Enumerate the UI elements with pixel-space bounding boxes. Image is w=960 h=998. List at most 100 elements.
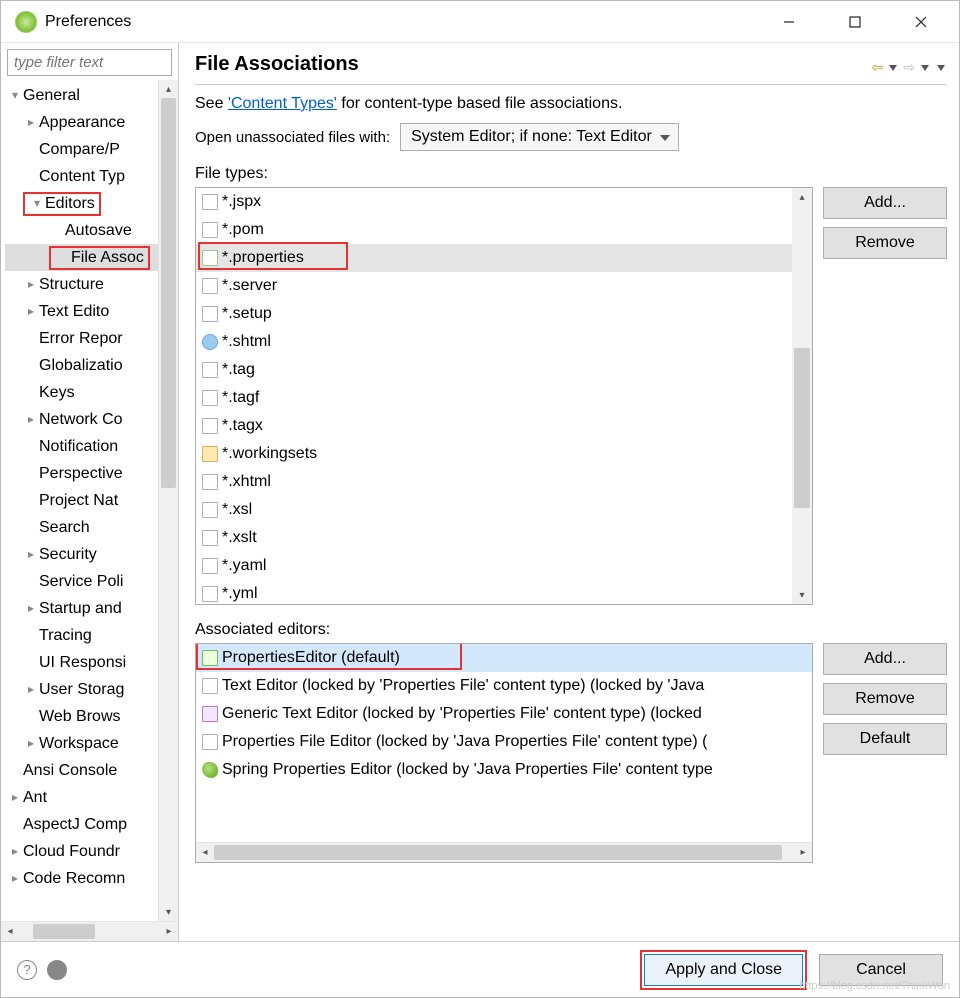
file-type-item[interactable]: *.jspx <box>196 188 792 216</box>
filter-input[interactable] <box>7 49 172 76</box>
editor-default-button[interactable]: Default <box>823 723 947 755</box>
tree-item[interactable]: ▸Workspace <box>5 730 158 757</box>
file-types-scrollbar[interactable]: ▴ ▾ <box>792 188 812 604</box>
tree-item[interactable]: ▸Code Recomn <box>5 865 158 892</box>
expand-right-icon[interactable]: ▸ <box>23 406 39 433</box>
expand-down-icon[interactable]: ▾ <box>29 190 45 217</box>
expand-right-icon[interactable]: ▸ <box>23 730 39 757</box>
tree-item[interactable]: Notification <box>5 433 158 460</box>
file-icon <box>202 334 218 350</box>
tree-item[interactable]: Compare/P <box>5 136 158 163</box>
tree-item[interactable]: Service Poli <box>5 568 158 595</box>
file-type-item[interactable]: *.shtml <box>196 328 792 356</box>
expand-right-icon[interactable]: ▸ <box>23 109 39 136</box>
help-icon[interactable]: ? <box>17 960 37 980</box>
tree-item[interactable]: ▸Cloud Foundr <box>5 838 158 865</box>
filetype-add-button[interactable]: Add... <box>823 187 947 219</box>
expand-right-icon[interactable]: ▸ <box>7 784 23 811</box>
tree-item[interactable]: ▾Editors <box>5 190 158 217</box>
back-menu-icon[interactable] <box>889 65 897 71</box>
tree-item[interactable]: ▸Network Co <box>5 406 158 433</box>
expand-down-icon[interactable]: ▾ <box>7 82 23 109</box>
editor-item[interactable]: Generic Text Editor (locked by 'Properti… <box>196 700 812 728</box>
tree-item-label: Text Edito <box>39 298 109 325</box>
tree-item[interactable]: Keys <box>5 379 158 406</box>
file-type-item[interactable]: *.xhtml <box>196 468 792 496</box>
file-types-list[interactable]: *.jspx*.pom*.properties*.server*.setup*.… <box>195 187 813 605</box>
tree-item[interactable]: Error Repor <box>5 325 158 352</box>
tree-item[interactable]: ▸User Storag <box>5 676 158 703</box>
maximize-button[interactable] <box>835 7 875 37</box>
editor-remove-button[interactable]: Remove <box>823 683 947 715</box>
tree-item-label: File Assoc <box>71 244 144 271</box>
forward-icon[interactable]: ⇨ <box>903 59 915 76</box>
expand-right-icon[interactable]: ▸ <box>23 595 39 622</box>
expand-right-icon[interactable]: ▸ <box>23 676 39 703</box>
tree-item[interactable]: Project Nat <box>5 487 158 514</box>
window-title: Preferences <box>45 13 769 31</box>
forward-menu-icon[interactable] <box>921 65 929 71</box>
tree-item[interactable]: UI Responsi <box>5 649 158 676</box>
tree-item-label: Security <box>39 541 97 568</box>
file-type-item[interactable]: *.pom <box>196 216 792 244</box>
file-type-item[interactable]: *.tag <box>196 356 792 384</box>
tree-item[interactable]: AspectJ Comp <box>5 811 158 838</box>
tree-item[interactable]: ▸Appearance <box>5 109 158 136</box>
expand-right-icon[interactable]: ▸ <box>7 865 23 892</box>
tree-scrollbar[interactable]: ▴ ▾ <box>158 80 178 921</box>
file-type-item[interactable]: *.tagf <box>196 384 792 412</box>
filetype-remove-button[interactable]: Remove <box>823 227 947 259</box>
tree-item[interactable]: Perspective <box>5 460 158 487</box>
tree-item-label: Code Recomn <box>23 865 125 892</box>
minimize-button[interactable] <box>769 7 809 37</box>
tree-item[interactable]: Content Typ <box>5 163 158 190</box>
apply-and-close-button[interactable]: Apply and Close <box>644 954 803 986</box>
tree-item[interactable]: Globalizatio <box>5 352 158 379</box>
expand-right-icon[interactable]: ▸ <box>23 271 39 298</box>
open-with-combo[interactable]: System Editor; if none: Text Editor <box>400 123 679 151</box>
file-type-item[interactable]: *.tagx <box>196 412 792 440</box>
tree-item[interactable]: Search <box>5 514 158 541</box>
back-icon[interactable]: ⇦ <box>872 59 884 76</box>
file-type-item[interactable]: *.setup <box>196 300 792 328</box>
tree-item-label: UI Responsi <box>39 649 126 676</box>
file-type-item[interactable]: *.yaml <box>196 552 792 580</box>
expand-right-icon[interactable]: ▸ <box>23 298 39 325</box>
tree-h-scrollbar[interactable]: ◂ ▸ <box>1 921 178 941</box>
content-types-link[interactable]: 'Content Types' <box>228 95 337 112</box>
editor-item[interactable]: Properties File Editor (locked by 'Java … <box>196 728 812 756</box>
editor-label: Properties File Editor (locked by 'Java … <box>222 733 707 751</box>
tree-item[interactable]: ▸Security <box>5 541 158 568</box>
expand-right-icon[interactable]: ▸ <box>23 541 39 568</box>
file-icon <box>202 418 218 434</box>
editors-h-scrollbar[interactable]: ◂ ▸ <box>196 842 812 862</box>
tree-item[interactable]: Autosave <box>5 217 158 244</box>
tree-item[interactable]: ▸Ant <box>5 784 158 811</box>
associated-editors-list[interactable]: PropertiesEditor (default)Text Editor (l… <box>195 643 813 863</box>
tree-item[interactable]: ▸Startup and <box>5 595 158 622</box>
tree-item[interactable]: Tracing <box>5 622 158 649</box>
editor-item[interactable]: Text Editor (locked by 'Properties File'… <box>196 672 812 700</box>
tree-item[interactable]: Ansi Console <box>5 757 158 784</box>
editor-item[interactable]: Spring Properties Editor (locked by 'Jav… <box>196 756 812 784</box>
view-menu-icon[interactable] <box>937 65 945 71</box>
tree-item[interactable]: ▸Text Edito <box>5 298 158 325</box>
tree-item-label: Editors <box>45 190 95 217</box>
file-type-item[interactable]: *.yml <box>196 580 792 605</box>
file-icon <box>202 306 218 322</box>
tree-item[interactable]: File Assoc <box>5 244 158 271</box>
import-export-icon[interactable] <box>47 960 67 980</box>
tree-item[interactable]: ▸Structure <box>5 271 158 298</box>
editor-add-button[interactable]: Add... <box>823 643 947 675</box>
file-type-item[interactable]: *.xslt <box>196 524 792 552</box>
file-type-item[interactable]: *.workingsets <box>196 440 792 468</box>
tree-item[interactable]: Web Brows <box>5 703 158 730</box>
tree-item[interactable]: ▾General <box>5 82 158 109</box>
file-icon <box>202 278 218 294</box>
file-type-label: *.xslt <box>222 529 257 547</box>
preference-tree[interactable]: ▾General▸AppearanceCompare/PContent Typ▾… <box>1 80 158 921</box>
file-type-item[interactable]: *.server <box>196 272 792 300</box>
expand-right-icon[interactable]: ▸ <box>7 838 23 865</box>
file-type-item[interactable]: *.xsl <box>196 496 792 524</box>
close-button[interactable] <box>901 7 941 37</box>
